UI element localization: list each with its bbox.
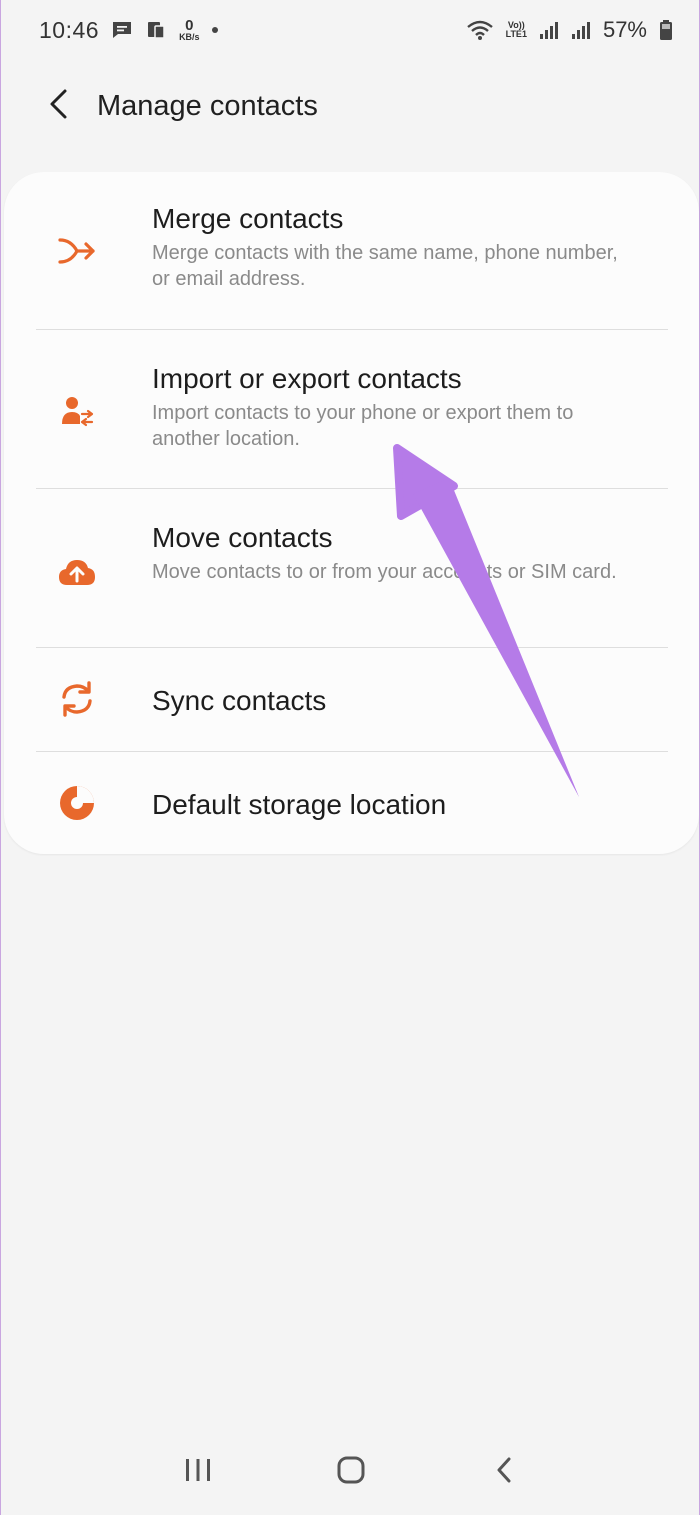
status-time: 10:46 <box>39 16 100 43</box>
recent-apps-icon <box>184 1457 212 1488</box>
menu-item-title: Merge contacts <box>152 203 344 234</box>
back-chevron-icon <box>494 1456 514 1489</box>
notification-dot-icon <box>211 27 218 33</box>
menu-item-title: Sync contacts <box>152 685 327 716</box>
menu-item-subtitle: Move contacts to or from your accounts o… <box>152 561 617 583</box>
data-rate-indicator: 0 KB/s <box>179 18 200 42</box>
menu-item-title: Move contacts <box>152 522 333 553</box>
screen-mirror-icon <box>145 19 167 41</box>
menu-item-subtitle: Merge contacts with the same name, phone… <box>152 242 618 290</box>
merge-icon <box>54 228 100 274</box>
menu-item-default-storage-location[interactable]: Default storage location <box>4 752 699 854</box>
menu-item-sync-contacts[interactable]: Sync contacts <box>4 648 699 751</box>
data-rate-value: 0 <box>185 17 194 34</box>
menu-item-merge-contacts[interactable]: Merge contacts Merge contacts with the s… <box>4 202 699 328</box>
system-navigation-bar <box>1 1430 700 1515</box>
cloud-upload-icon <box>54 549 100 595</box>
back-nav-button[interactable] <box>474 1443 534 1503</box>
back-arrow-icon <box>47 88 71 125</box>
menu-item-import-export-contacts[interactable]: Import or export contacts Import contact… <box>4 362 699 488</box>
wifi-icon <box>466 19 494 41</box>
home-icon <box>336 1455 366 1490</box>
divider <box>36 329 668 330</box>
import-export-icon <box>54 388 100 434</box>
menu-item-title: Default storage location <box>152 789 447 820</box>
home-button[interactable] <box>321 1443 381 1503</box>
back-button[interactable] <box>29 76 89 136</box>
signal-sim1-icon <box>539 20 559 40</box>
message-icon <box>111 19 133 41</box>
volte-indicator: Vo)) LTE1 <box>506 21 527 39</box>
manage-contacts-card: Merge contacts Merge contacts with the s… <box>4 172 699 854</box>
menu-item-move-contacts[interactable]: Move contacts Move contacts to or from y… <box>4 521 699 647</box>
divider <box>36 488 668 489</box>
battery-percent: 57% <box>602 17 647 42</box>
menu-item-subtitle: Import contacts to your phone or export … <box>152 402 574 450</box>
menu-item-title: Import or export contacts <box>152 363 462 394</box>
battery-icon <box>659 19 673 41</box>
app-header: Manage contacts <box>1 70 700 142</box>
data-rate-unit: KB/s <box>179 32 200 42</box>
recent-apps-button[interactable] <box>168 1443 228 1503</box>
lte-label: LTE1 <box>505 29 527 39</box>
sync-icon <box>54 676 100 722</box>
status-bar: 10:46 0 KB/s Vo)) LTE1 57% <box>1 0 700 60</box>
signal-sim2-icon <box>571 20 591 40</box>
page-title: Manage contacts <box>97 89 318 122</box>
storage-icon <box>54 780 100 826</box>
